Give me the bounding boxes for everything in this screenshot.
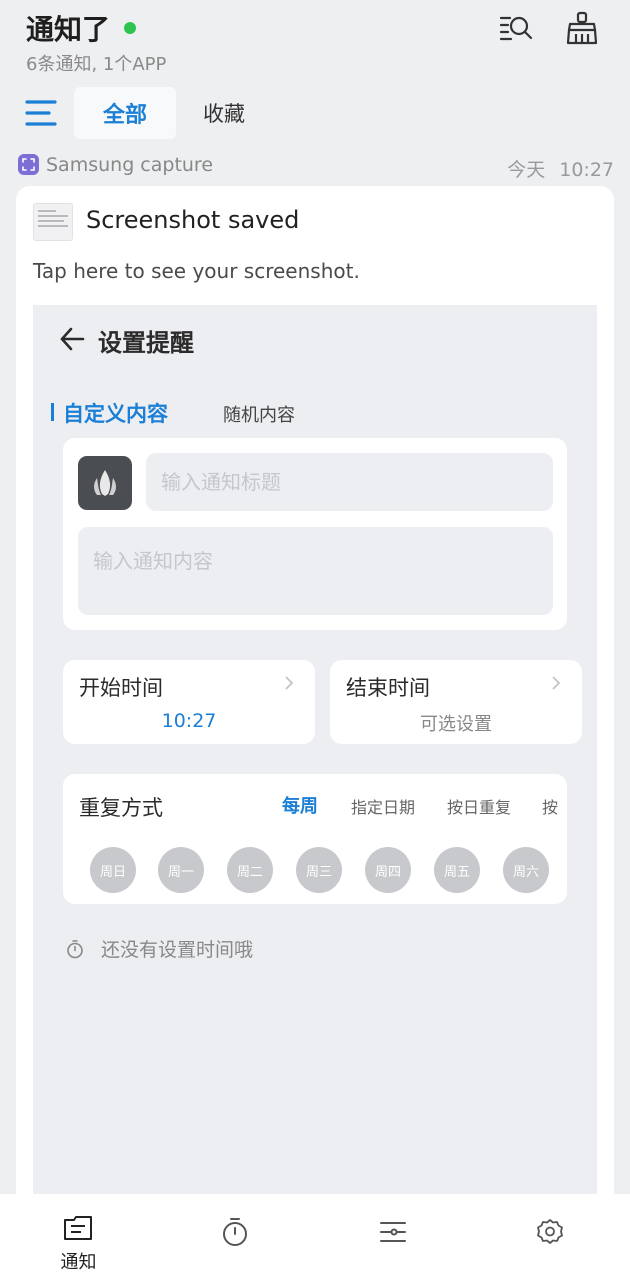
- start-time-value: 10:27: [161, 710, 217, 732]
- leaf-app-icon: [78, 456, 132, 510]
- nav-timer[interactable]: [157, 1194, 314, 1280]
- empty-time-hint-text: 还没有设置时间哦: [101, 939, 254, 961]
- screenshot-preview[interactable]: 设置提醒 自定义内容 随机内容 开始时间 10:27 结束时间: [33, 305, 597, 1216]
- repeat-mode-label: 重复方式: [79, 796, 163, 820]
- notification-clock: 10:27: [559, 159, 614, 181]
- repeat-mode-card: 重复方式 每周 指定日期 按日重复 按 周日 周一 周二 周三 周四 周五 周六: [63, 774, 567, 904]
- notification-title-input: [146, 453, 553, 511]
- repeat-option-date: 指定日期: [351, 798, 416, 817]
- app-title-text: 通知了: [26, 13, 111, 46]
- gear-icon: [537, 1219, 563, 1244]
- end-time-card: 结束时间 可选设置: [330, 660, 582, 744]
- bottom-navigation: 通知: [0, 1194, 630, 1280]
- tab-favorites[interactable]: 收藏: [186, 87, 262, 139]
- stopwatch-icon: [223, 1218, 247, 1246]
- nav-settings[interactable]: [472, 1194, 629, 1280]
- notification-list-icon: [64, 1216, 92, 1240]
- back-arrow-icon: [59, 326, 85, 352]
- chevron-right-icon: [283, 674, 295, 692]
- day-friday: 周五: [434, 847, 480, 893]
- notification-meta: Samsung capture 今天 10:27: [16, 150, 614, 182]
- notification-text: Tap here to see your screenshot.: [33, 259, 360, 283]
- day-tuesday: 周二: [227, 847, 273, 893]
- notification-summary: 6条通知, 1个APP: [26, 54, 167, 75]
- chevron-right-icon: [550, 674, 562, 692]
- content-input-card: [63, 438, 567, 630]
- notification-title: Screenshot saved: [86, 206, 300, 234]
- end-time-label: 结束时间: [346, 676, 430, 700]
- reminder-settings-title: 设置提醒: [98, 329, 194, 357]
- menu-icon[interactable]: [24, 98, 58, 128]
- screenshot-thumbnail: [33, 203, 73, 241]
- start-time-card: 开始时间 10:27: [63, 660, 315, 744]
- empty-time-hint: 还没有设置时间哦: [65, 935, 253, 962]
- notification-card[interactable]: Screenshot saved Tap here to see your sc…: [16, 186, 614, 1216]
- samsung-capture-app-icon: [18, 154, 39, 175]
- notification-day: 今天: [507, 159, 546, 181]
- day-thursday: 周四: [365, 847, 411, 893]
- search-list-icon[interactable]: [498, 10, 534, 46]
- repeat-option-more: 按: [542, 798, 559, 817]
- status-dot-icon: [124, 22, 137, 34]
- notification-app-name: Samsung capture: [46, 154, 214, 176]
- repeat-option-daily: 按日重复: [447, 798, 512, 817]
- end-time-value: 可选设置: [420, 714, 492, 735]
- day-saturday: 周六: [503, 847, 549, 893]
- sliders-icon: [380, 1222, 406, 1242]
- repeat-option-weekly: 每周: [282, 796, 318, 817]
- app-title: 通知了: [26, 8, 137, 48]
- app-header: 通知了 6条通知, 1个APP 全部 收藏: [0, 0, 630, 145]
- day-wednesday: 周三: [296, 847, 342, 893]
- nav-notifications[interactable]: 通知: [0, 1194, 157, 1280]
- nav-filters[interactable]: [315, 1194, 472, 1280]
- nav-notifications-label: 通知: [60, 1252, 97, 1273]
- stopwatch-icon: [67, 939, 83, 958]
- active-tab-indicator: [51, 403, 54, 421]
- tab-random-content: 随机内容: [223, 405, 295, 426]
- day-monday: 周一: [158, 847, 204, 893]
- day-sunday: 周日: [90, 847, 136, 893]
- tab-all[interactable]: 全部: [74, 87, 176, 139]
- start-time-label: 开始时间: [79, 676, 163, 700]
- clear-broom-icon[interactable]: [564, 10, 600, 46]
- notification-content-input: [78, 527, 553, 615]
- notification-time: 今天 10:27: [507, 155, 614, 182]
- tab-custom-content: 自定义内容: [63, 402, 168, 426]
